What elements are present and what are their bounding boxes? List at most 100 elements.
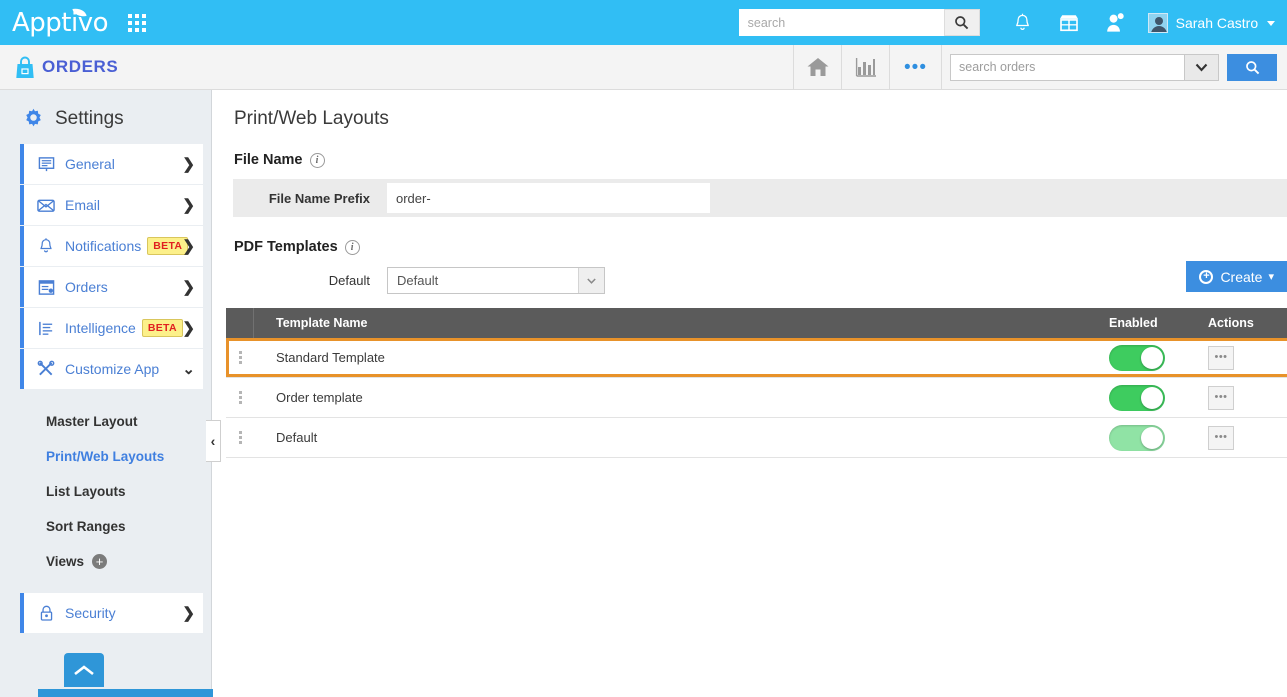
tools-icon <box>34 360 58 378</box>
actions-cell: ••• <box>1208 425 1287 450</box>
apptivo-logo[interactable]: Apptivo <box>12 6 109 36</box>
home-icon <box>807 58 828 76</box>
chevron-right-icon: ❯ <box>182 156 195 173</box>
bell-icon <box>34 237 58 255</box>
sidebar-item-email[interactable]: Email ❯ <box>20 185 203 225</box>
sidebar-subitem-label: Master Layout <box>46 414 138 429</box>
circle-plus-icon: + <box>1199 269 1214 284</box>
orders-search-dropdown[interactable] <box>1184 54 1218 80</box>
sidebar-security-group: Security ❯ <box>0 593 211 633</box>
user-plus-glyph <box>1106 13 1124 32</box>
sidebar-subitem-list-layouts[interactable]: List Layouts <box>46 474 211 509</box>
gear-icon <box>26 108 41 127</box>
global-search-button[interactable] <box>943 9 980 36</box>
sidebar-subitem-views[interactable]: Views + <box>46 544 211 579</box>
info-icon[interactable]: i <box>344 239 360 255</box>
store-glyph <box>1059 14 1078 31</box>
sidebar-item-intelligence[interactable]: Intelligence BETA ❯ <box>20 308 203 348</box>
sidebar-item-label: Security <box>65 605 116 621</box>
sidebar-item-customize-app[interactable]: Customize App ⌄ <box>20 349 203 389</box>
reports-button[interactable] <box>841 44 889 90</box>
page-title: ORDERS <box>42 57 119 76</box>
chevron-down-icon <box>1267 21 1275 27</box>
notifications-bell-icon[interactable] <box>1008 8 1038 38</box>
actions-column-header: Actions <box>1208 316 1254 330</box>
sidebar-sub-menu: Master Layout Print/Web Layouts List Lay… <box>0 390 211 579</box>
create-button[interactable]: + Create ▾ <box>1186 261 1287 292</box>
row-actions-button[interactable]: ••• <box>1208 385 1234 410</box>
default-template-label: Default <box>328 273 370 288</box>
app-bar: ORDERS ••• <box>0 44 1287 90</box>
sidebar-heading-label: Settings <box>55 107 124 129</box>
chevron-right-icon: ❯ <box>182 279 195 296</box>
beta-badge: BETA <box>141 319 183 337</box>
drag-handle-icon[interactable] <box>226 431 254 444</box>
sidebar-item-label: Orders <box>65 279 108 295</box>
header-right-group: Sarah Castro <box>738 8 1287 38</box>
sidebar-menu: General ❯ Email ❯ Notifications BETA ❯ O… <box>0 144 211 389</box>
chevron-down-icon <box>1195 63 1208 72</box>
actions-cell: ••• <box>1208 385 1287 410</box>
actions-cell: ••• <box>1208 345 1287 370</box>
content-page-title: Print/Web Layouts <box>234 108 389 129</box>
sidebar-item-general[interactable]: General ❯ <box>20 144 203 184</box>
info-icon[interactable]: i <box>309 152 325 168</box>
handle-column-header <box>226 308 254 338</box>
file-name-prefix-input[interactable] <box>387 183 710 213</box>
sidebar-subitem-label: List Layouts <box>46 484 126 499</box>
user-add-icon[interactable] <box>1100 8 1130 38</box>
sidebar-subitem-sort-ranges[interactable]: Sort Ranges <box>46 509 211 544</box>
scroll-to-top-button[interactable] <box>64 653 104 687</box>
app-root: Apptivo search Sarah Castro ORDERS ••• s… <box>0 0 1287 697</box>
row-actions-button[interactable]: ••• <box>1208 345 1234 370</box>
sidebar-subitem-master-layout[interactable]: Master Layout <box>46 404 211 439</box>
pdf-templates-heading-label: PDF Templates <box>234 239 338 255</box>
table-row[interactable]: Standard Template ••• <box>226 338 1287 378</box>
user-menu[interactable]: Sarah Castro <box>1176 15 1275 31</box>
sidebar-heading: Settings <box>0 90 211 144</box>
drag-handle-icon[interactable] <box>226 391 254 404</box>
caret-down-icon: ▾ <box>1268 271 1274 283</box>
settings-sidebar: Settings General ❯ Email ❯ Notifications… <box>0 90 330 697</box>
home-button[interactable] <box>793 44 841 90</box>
chevron-right-icon: ❯ <box>182 197 195 214</box>
sidebar-item-security[interactable]: Security ❯ <box>20 593 203 633</box>
template-name-cell: Order template <box>276 390 363 405</box>
row-actions-button[interactable]: ••• <box>1208 425 1234 450</box>
enabled-toggle[interactable] <box>1109 344 1165 371</box>
shopping-bag-icon <box>16 56 34 78</box>
chevron-down-icon <box>578 268 604 293</box>
orders-search-button[interactable] <box>1227 53 1277 81</box>
orders-search-field-wrap <box>950 53 1219 81</box>
chevron-down-icon: ⌄ <box>182 361 195 378</box>
store-icon[interactable] <box>1054 8 1084 38</box>
orders-search-input[interactable] <box>951 54 1184 80</box>
grid-apps-icon[interactable] <box>128 13 147 32</box>
sidebar-item-label: Email <box>65 197 101 213</box>
default-template-select[interactable]: Default <box>387 267 605 294</box>
general-icon <box>34 156 58 173</box>
template-name-cell: Default <box>276 430 318 445</box>
enabled-toggle[interactable] <box>1109 384 1165 411</box>
enabled-column-header: Enabled <box>1109 316 1158 330</box>
sidebar-subitem-print-web-layouts[interactable]: Print/Web Layouts <box>46 439 211 474</box>
intelligence-icon <box>34 320 58 337</box>
orders-search <box>941 44 1287 90</box>
enabled-toggle[interactable] <box>1109 424 1165 451</box>
more-actions-button[interactable]: ••• <box>889 44 941 90</box>
default-template-value: Default <box>397 273 439 288</box>
sidebar-item-notifications[interactable]: Notifications BETA ❯ <box>20 226 203 266</box>
sidebar-item-orders[interactable]: Orders ❯ <box>20 267 203 307</box>
file-name-prefix-label: File Name Prefix <box>268 190 370 206</box>
table-row[interactable]: Default ••• <box>226 418 1287 458</box>
table-row[interactable]: Order template ••• <box>226 378 1287 418</box>
add-view-button[interactable]: + <box>92 554 108 569</box>
sidebar-collapse-handle[interactable]: ‹ <box>206 420 221 462</box>
ellipsis-icon: ••• <box>904 56 927 78</box>
avatar[interactable] <box>1147 12 1168 33</box>
drag-handle-icon[interactable] <box>226 351 254 364</box>
chevron-right-icon: ❯ <box>182 238 195 255</box>
app-bar-actions: ••• <box>793 44 1287 90</box>
global-search-input[interactable] <box>738 9 944 36</box>
sidebar-item-label: Intelligence <box>65 320 136 336</box>
